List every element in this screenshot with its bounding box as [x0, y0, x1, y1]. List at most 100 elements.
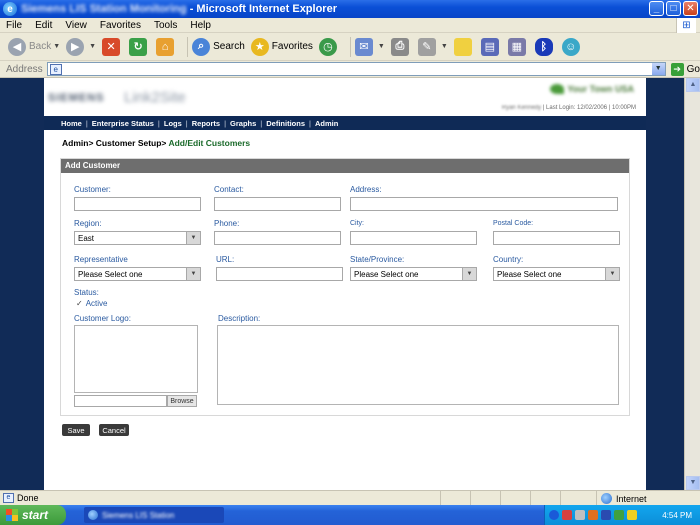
postal-code-input[interactable] [493, 231, 620, 245]
menu-bar: File Edit View Favorites Tools Help ⊞ [0, 18, 700, 33]
breadcrumb-current: Add/Edit Customers [168, 138, 251, 148]
tray-volume-icon[interactable] [627, 510, 637, 520]
search-button[interactable]: ⌕ Search [192, 37, 245, 56]
history-button[interactable]: ◷ [318, 37, 340, 56]
menu-view[interactable]: View [65, 20, 87, 31]
active-checkbox[interactable]: ✓ Active [76, 299, 108, 308]
tray-app-icon[interactable] [601, 510, 611, 520]
start-button[interactable]: start [0, 505, 66, 525]
go-button[interactable]: ➔ Go [670, 62, 700, 76]
browse-button[interactable]: Browse [167, 395, 197, 407]
system-clock: 4:54 PM [662, 510, 692, 520]
menu-edit[interactable]: Edit [35, 20, 52, 31]
contact-label: Contact: [214, 185, 244, 194]
logo-file-input[interactable] [74, 395, 167, 407]
address-bar: Address e ▼ ➔ Go [0, 61, 700, 78]
maximize-button[interactable]: □ [666, 1, 681, 16]
phone-input[interactable] [214, 231, 341, 245]
tray-bluetooth-icon[interactable] [549, 510, 559, 520]
address-field-input[interactable] [350, 197, 618, 211]
edit-button[interactable]: ✎ ▼ [417, 37, 448, 56]
print-button[interactable]: ⎙ [390, 37, 412, 56]
panel-title: Add Customer [61, 159, 629, 173]
region-label: Region: [74, 219, 102, 228]
nav-home[interactable]: Home [61, 119, 82, 128]
window-title: Siemens LIS Station Monitoring - Microso… [21, 3, 337, 15]
globe-icon [601, 493, 612, 504]
site-header: SIEMENS Link2Site Your Town USA Ryan Ken… [44, 78, 646, 116]
forward-arrow-icon: ▶ [66, 37, 85, 56]
menu-favorites[interactable]: Favorites [100, 20, 141, 31]
phone-label: Phone: [214, 219, 240, 228]
menu-tools[interactable]: Tools [154, 20, 177, 31]
system-tray: 4:54 PM [544, 505, 700, 525]
city-input[interactable] [350, 231, 477, 245]
country-select[interactable]: Please Select one ▼ [493, 267, 620, 281]
customer-input[interactable] [74, 197, 201, 211]
close-button[interactable]: ✕ [683, 1, 698, 16]
people-icon: ☺ [561, 37, 580, 56]
msn-button[interactable]: ☺ [561, 37, 583, 56]
bluetooth-button[interactable]: ᛒ [534, 37, 556, 56]
menu-help[interactable]: Help [190, 20, 211, 31]
address-dropdown-button[interactable]: ▼ [651, 63, 665, 75]
notes-button[interactable] [453, 37, 475, 56]
state-province-label: State/Province: [350, 255, 405, 264]
minimize-button[interactable]: _ [649, 1, 664, 16]
vertical-scrollbar[interactable]: ▲ ▼ [684, 78, 700, 490]
research-button[interactable]: ▤ [480, 37, 502, 56]
search-icon: ⌕ [192, 37, 211, 56]
scroll-up-arrow[interactable]: ▲ [686, 78, 700, 92]
favorites-button[interactable]: ★ Favorites [250, 37, 313, 56]
description-label: Description: [218, 314, 261, 323]
state-province-select[interactable]: Please Select one ▼ [350, 267, 477, 281]
web-page: SIEMENS Link2Site Your Town USA Ryan Ken… [44, 78, 646, 490]
forward-button[interactable]: ▶ ▼ [66, 37, 96, 56]
taskbar-ie-window[interactable]: Siemens LIS Station [84, 507, 224, 523]
browser-toolbar: ◀ Back ▼ ▶ ▼ ✕ ↻ ⌂ ⌕ Search ★ Favorites ◷ … [0, 33, 700, 61]
nav-logs[interactable]: Logs [164, 119, 182, 128]
customer-logo-preview [74, 325, 198, 393]
menu-file[interactable]: File [6, 20, 22, 31]
bluetooth-icon: ᛒ [534, 37, 553, 56]
refresh-button[interactable]: ↻ [129, 37, 150, 56]
leaf-icon [550, 84, 565, 94]
stop-button[interactable]: ✕ [102, 37, 123, 56]
refresh-icon: ↻ [129, 37, 148, 56]
edit-page-icon: ✎ [417, 37, 436, 56]
customer-label: Customer: [74, 185, 111, 194]
chevron-down-icon: ▼ [605, 268, 619, 280]
chevron-down-icon: ▼ [186, 232, 200, 244]
nav-admin[interactable]: Admin [315, 119, 338, 128]
description-textarea[interactable] [217, 325, 619, 405]
save-button[interactable]: Save [62, 424, 90, 436]
nav-definitions[interactable]: Definitions [266, 119, 305, 128]
messenger-button[interactable]: ▦ [507, 37, 529, 56]
folder-icon: ▦ [507, 37, 526, 56]
contact-input[interactable] [214, 197, 341, 211]
taskbar: start Siemens LIS Station 4:54 PM [0, 505, 700, 525]
region-select[interactable]: East ▼ [74, 231, 201, 245]
nav-enterprise-status[interactable]: Enterprise Status [92, 119, 154, 128]
back-button[interactable]: ◀ Back ▼ [8, 37, 60, 56]
breadcrumb-admin[interactable]: Admin> [62, 138, 93, 148]
scroll-down-arrow[interactable]: ▼ [686, 476, 700, 490]
cancel-button[interactable]: Cancel [99, 424, 129, 436]
address-field-label: Address: [350, 185, 382, 194]
tray-network-icon[interactable] [575, 510, 585, 520]
representative-label: Representative [74, 255, 128, 264]
customer-brand: Your Town USA [550, 84, 634, 94]
address-input[interactable]: e ▼ [46, 62, 666, 76]
breadcrumb-customer-setup[interactable]: Customer Setup> [96, 138, 167, 148]
mail-button[interactable]: ✉ ▼ [354, 37, 385, 56]
representative-select[interactable]: Please Select one ▼ [74, 267, 201, 281]
toolbar-separator [187, 36, 189, 57]
window-controls: _ □ ✕ [649, 1, 698, 16]
tray-antivirus-icon[interactable] [588, 510, 598, 520]
nav-reports[interactable]: Reports [192, 119, 220, 128]
home-button[interactable]: ⌂ [156, 37, 177, 56]
tray-update-icon[interactable] [614, 510, 624, 520]
nav-graphs[interactable]: Graphs [230, 119, 256, 128]
url-input[interactable] [216, 267, 343, 281]
tray-security-icon[interactable] [562, 510, 572, 520]
